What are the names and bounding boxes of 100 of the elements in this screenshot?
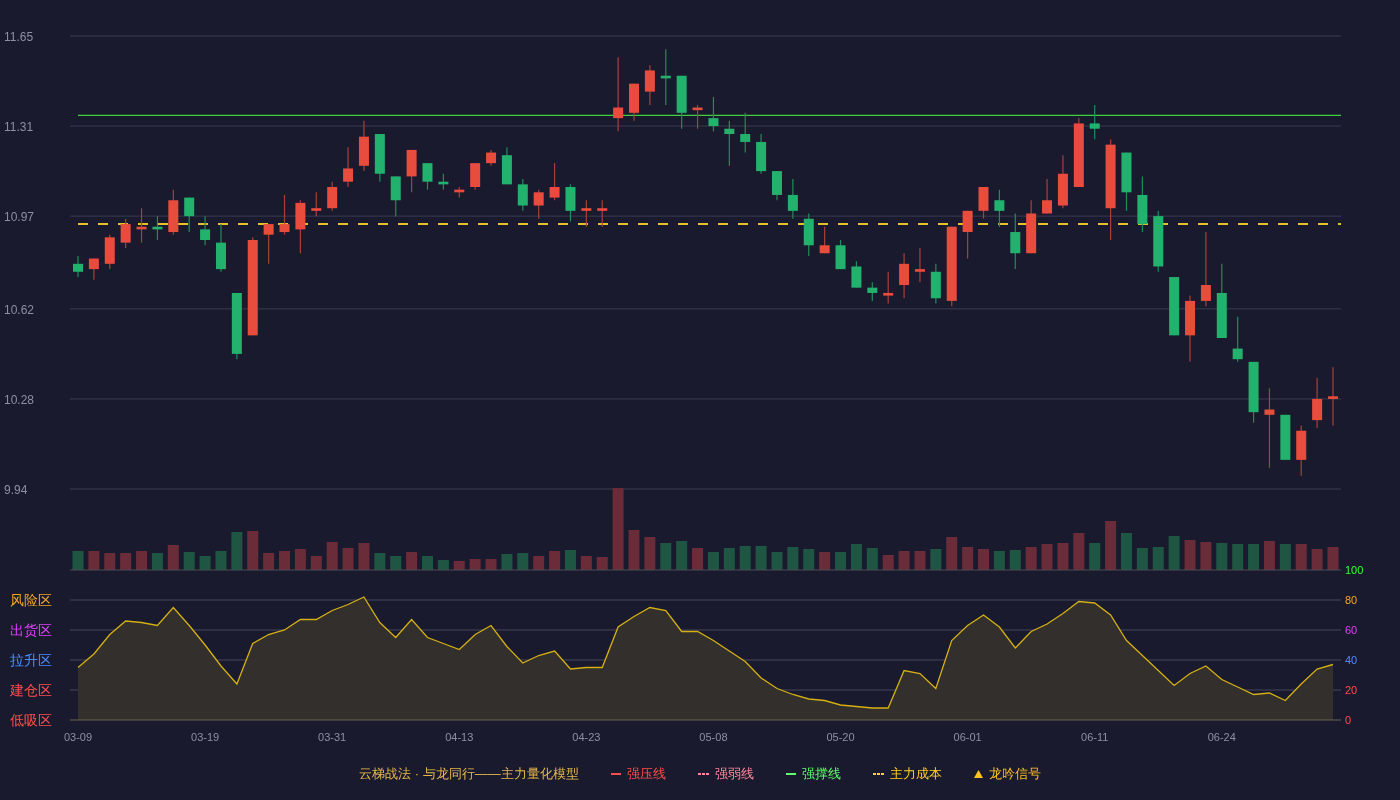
axis-label: 10.28 <box>4 392 35 407</box>
axis-label: 06-24 <box>1207 731 1236 743</box>
candlestick <box>470 162 481 191</box>
axis-label: 05-08 <box>699 731 728 743</box>
candlestick <box>1185 295 1196 363</box>
zone-label: 建仓区 <box>10 682 52 698</box>
candlestick <box>930 263 941 305</box>
candlestick <box>581 199 592 228</box>
candlestick <box>231 292 242 360</box>
candlestick <box>1248 361 1259 424</box>
axis-label: 11.31 <box>4 120 34 135</box>
candlestick <box>899 252 910 299</box>
candlestick <box>787 178 798 220</box>
axis-label: 40 <box>1345 654 1358 666</box>
axis-label: 05-20 <box>826 731 855 743</box>
candlestick <box>517 178 528 212</box>
candlestick <box>263 223 274 265</box>
candlestick <box>311 191 322 217</box>
axis-label: 0 <box>1345 714 1352 726</box>
candlestick <box>1089 104 1100 140</box>
zone-label: 低吸区 <box>10 712 52 728</box>
legend-label: 强压线 <box>626 765 666 784</box>
candlestick <box>803 212 814 257</box>
candlestick <box>327 181 338 212</box>
candlestick <box>819 226 830 254</box>
candlestick <box>597 199 608 228</box>
candlestick <box>486 149 497 167</box>
legend-label: 强撑线 <box>801 765 841 784</box>
candlestick <box>1328 366 1338 427</box>
candlestick <box>73 255 83 278</box>
candlestick <box>1169 276 1180 336</box>
candlestick <box>422 162 433 191</box>
candlestick <box>279 194 290 236</box>
candlestick <box>200 215 211 246</box>
candlestick <box>1057 154 1068 209</box>
candlestick <box>1137 175 1148 233</box>
candlestick <box>914 247 925 283</box>
axis-label: 100 <box>1345 564 1364 576</box>
candlestick <box>708 96 719 132</box>
axis-label: 10.62 <box>4 302 35 317</box>
candlestick <box>295 199 306 254</box>
candlestick <box>867 281 878 302</box>
candlestick <box>454 186 465 199</box>
candlestick <box>152 215 163 241</box>
axis-label: 06-11 <box>1081 731 1109 743</box>
candlestick <box>1232 316 1243 363</box>
candlestick <box>978 186 989 220</box>
candlestick <box>740 112 751 154</box>
zone-label: 出货区 <box>10 622 52 638</box>
axis-label: 9.94 <box>4 483 28 497</box>
candlestick <box>1026 199 1037 254</box>
axis-label: 60 <box>1345 624 1358 636</box>
candlestick <box>565 183 576 223</box>
candlestick <box>136 207 147 244</box>
legend-label: 强弱线 <box>714 765 754 784</box>
candlestick <box>406 149 417 193</box>
axis-label: 06-01 <box>953 731 982 743</box>
legend-label: 龙吟信号 <box>988 765 1041 784</box>
candlestick <box>994 189 1005 228</box>
candlestick <box>104 234 115 270</box>
axis-label: 20 <box>1345 684 1358 696</box>
axis-label: 03-19 <box>191 731 220 743</box>
candlestick <box>756 133 767 175</box>
axis-label: 04-13 <box>445 731 474 743</box>
candlestick <box>1042 178 1053 215</box>
candlestick <box>629 83 639 122</box>
axis-label: 03-31 <box>318 731 347 743</box>
candlestick <box>216 223 226 273</box>
axis-label: 80 <box>1345 594 1358 606</box>
legend-title: 云梯战法 · 与龙同行——主力量化模型 <box>359 765 579 784</box>
candlestick <box>184 197 195 233</box>
candlestick <box>692 104 703 130</box>
candlestick <box>1121 151 1132 212</box>
legend-label: 主力成本 <box>889 765 942 784</box>
candlestick <box>1010 212 1021 270</box>
candlestick <box>438 173 449 191</box>
zone-label: 风险区 <box>10 592 52 608</box>
axis-label: 11.65 <box>4 30 34 44</box>
axis-label: 03-09 <box>63 731 93 743</box>
candlestick <box>962 210 973 260</box>
candlestick <box>772 170 782 201</box>
candlestick <box>374 133 385 183</box>
candlestick <box>1312 377 1323 429</box>
axis-label: 10.97 <box>4 210 35 225</box>
candlestick <box>1073 117 1084 188</box>
candlestick <box>1153 210 1164 273</box>
candlestick <box>851 260 862 289</box>
candlestick <box>724 120 735 167</box>
candlestick <box>549 162 560 201</box>
candlestick <box>644 64 655 106</box>
candlestick <box>1280 414 1291 461</box>
candlestick <box>533 189 544 220</box>
candlestick <box>660 48 671 106</box>
candlestick <box>1296 424 1307 477</box>
axis-label: 04-23 <box>572 731 601 743</box>
candlestick <box>390 175 401 217</box>
candlestick <box>501 146 512 185</box>
candlestick <box>835 239 846 270</box>
candlestick <box>120 218 131 249</box>
candlestick <box>676 75 687 130</box>
